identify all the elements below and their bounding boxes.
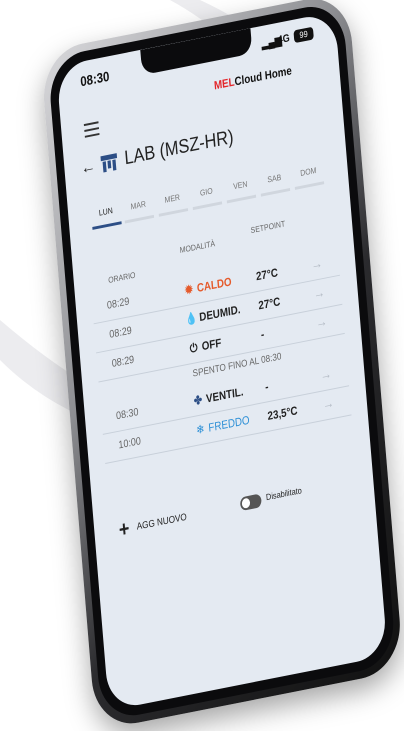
- toggle-label: Disabilitato: [265, 485, 303, 503]
- row-time: 10:00: [118, 435, 142, 452]
- tab-underline: [158, 208, 189, 217]
- column-header-mode: MODALITÀ: [179, 238, 216, 255]
- tab-mar[interactable]: MAR: [122, 197, 155, 213]
- row-setpoint: 27°C: [257, 294, 281, 313]
- building-icon: [100, 153, 118, 173]
- tab-ven[interactable]: VEN: [224, 177, 257, 193]
- row-setpoint: 23,5°C: [267, 403, 298, 423]
- row-mode: 💧DEUMID.: [185, 302, 241, 327]
- tab-sab[interactable]: SAB: [258, 170, 291, 186]
- chevron-right-icon[interactable]: →: [313, 284, 326, 302]
- column-header-time: ORARIO: [107, 269, 136, 285]
- chevron-right-icon[interactable]: →: [310, 255, 323, 273]
- chevron-right-icon[interactable]: →: [320, 365, 333, 383]
- row-mode: ⏻ OFF: [189, 335, 222, 356]
- row-setpoint: -: [260, 327, 265, 342]
- battery-icon: 99: [293, 26, 314, 44]
- row-time: 08:29: [108, 324, 133, 341]
- row-setpoint: -: [264, 379, 269, 394]
- tab-dom[interactable]: DOM: [292, 163, 325, 179]
- add-new-button[interactable]: AGG NUOVO: [136, 512, 187, 533]
- snowflake-icon: ❄: [195, 421, 206, 438]
- network-indicator: 4G: [277, 32, 291, 47]
- phone-mockup: 08:30 ▂▄▆ 4G 99 MELCloud Home ← LAB (MSZ…: [20, 0, 404, 731]
- tab-mer[interactable]: MER: [156, 190, 189, 206]
- chevron-right-icon[interactable]: →: [315, 313, 328, 331]
- row-time: 08:29: [111, 353, 135, 370]
- column-header-setpoint: SETPOINT: [250, 218, 286, 236]
- tab-underline: [124, 214, 155, 224]
- tab-underline-active: [92, 221, 122, 230]
- row-mode: ✤ VENTIL.: [193, 384, 244, 408]
- day-tabs: LUN MAR MER GIO VEN SAB DOM: [89, 162, 334, 237]
- row-setpoint: 27°C: [255, 265, 279, 284]
- row-mode: ❄ FREDDO: [195, 412, 251, 438]
- page-title: LAB (MSZ-HR): [123, 126, 235, 170]
- tab-underline: [294, 181, 325, 190]
- row-mode: ✹ CALDO: [184, 274, 233, 298]
- row-time: 08:29: [106, 295, 130, 312]
- power-icon: ⏻: [189, 340, 199, 356]
- plus-icon[interactable]: +: [118, 516, 130, 543]
- tab-underline: [226, 194, 257, 204]
- disabled-toggle[interactable]: [239, 493, 262, 512]
- tab-lun[interactable]: LUN: [89, 203, 122, 219]
- tab-underline: [192, 201, 223, 211]
- hamburger-menu-icon[interactable]: [83, 121, 100, 138]
- chevron-right-icon[interactable]: →: [322, 394, 335, 412]
- back-arrow-icon[interactable]: ←: [80, 156, 96, 179]
- tab-gio[interactable]: GIO: [190, 184, 223, 200]
- row-time: 08:30: [115, 406, 139, 423]
- fan-icon: ✤: [193, 392, 203, 408]
- sun-icon: ✹: [184, 282, 194, 298]
- droplet-icon: 💧: [185, 310, 199, 327]
- footer-actions: + AGG NUOVO Disabilitato: [118, 470, 364, 557]
- clock: 08:30: [79, 68, 110, 90]
- tab-underline: [260, 187, 291, 197]
- app-screen: 08:30 ▂▄▆ 4G 99 MELCloud Home ← LAB (MSZ…: [56, 11, 388, 711]
